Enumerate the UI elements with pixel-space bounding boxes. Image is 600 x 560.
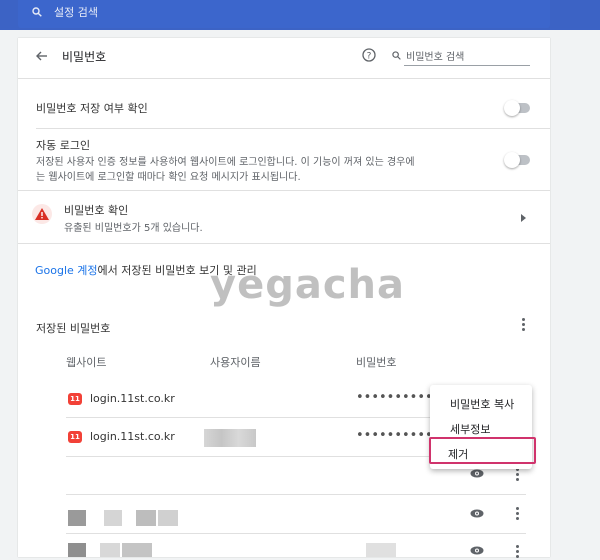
redacted-site [158,510,178,526]
auto-signin-description-2: 는 웹사이트에 로그인할 때마다 확인 요청 메시지가 표시됩니다. [36,172,301,183]
password-search-icon [392,51,401,60]
saved-passwords-more-icon[interactable] [522,318,525,333]
auto-signin-label: 자동 로그인 [36,139,91,152]
search-icon [32,7,42,17]
redacted-site [100,543,120,557]
row-site: login.11st.co.kr [90,430,175,443]
settings-search-input[interactable]: 설정 검색 [54,4,98,20]
row-password: •••••••••• [356,428,433,443]
eye-icon[interactable] [470,509,484,518]
column-password: 비밀번호 [356,356,397,369]
offer-save-toggle[interactable] [504,100,530,116]
saved-passwords-title: 저장된 비밀번호 [36,322,111,335]
column-website: 웹사이트 [66,356,107,369]
row-divider [66,494,526,495]
site-favicon: 11 [68,393,82,405]
row-more-icon[interactable] [516,468,519,483]
eye-icon[interactable] [470,546,484,555]
row-divider [66,533,526,534]
redacted-favicon [68,510,86,526]
password-search-underline [404,65,530,66]
page-title: 비밀번호 [62,50,107,64]
row-divider [66,417,436,418]
help-icon[interactable]: ? [362,48,376,62]
redacted-site [122,543,152,557]
redacted-favicon [68,543,86,557]
divider [36,128,550,129]
password-check-subtitle: 유출된 비밀번호가 5개 있습니다. [64,223,203,234]
eye-icon[interactable] [470,469,484,478]
row-more-icon[interactable] [516,545,519,560]
auto-signin-toggle[interactable] [504,152,530,168]
watermark: yegacha [210,262,406,308]
back-arrow-icon[interactable] [36,51,48,61]
redacted-site [104,510,122,526]
chevron-right-icon[interactable] [521,214,526,222]
redacted-username [204,429,256,447]
menu-details[interactable]: 세부정보 [450,421,490,437]
remove-highlight-box [429,437,536,464]
redacted-password [366,543,396,557]
column-username: 사용자이름 [210,356,261,369]
offer-save-label: 비밀번호 저장 여부 확인 [36,102,148,115]
password-search-input[interactable]: 비밀번호 검색 [406,48,464,63]
redacted-site [136,510,156,526]
row-more-icon[interactable] [516,507,519,522]
svg-text:?: ? [367,52,372,62]
password-check-title[interactable]: 비밀번호 확인 [64,202,128,218]
menu-copy-password[interactable]: 비밀번호 복사 [450,396,514,412]
google-account-link[interactable]: Google 계정 [35,264,98,277]
divider [18,190,550,191]
row-site: login.11st.co.kr [90,392,175,405]
divider [18,243,550,244]
divider [18,78,550,79]
warning-icon [35,208,49,220]
auto-signin-description: 저장된 사용자 인증 정보를 사용하여 웹사이트에 로그인합니다. 이 기능이 … [36,157,415,168]
site-favicon: 11 [68,431,82,443]
row-password: •••••••••• [356,390,433,405]
